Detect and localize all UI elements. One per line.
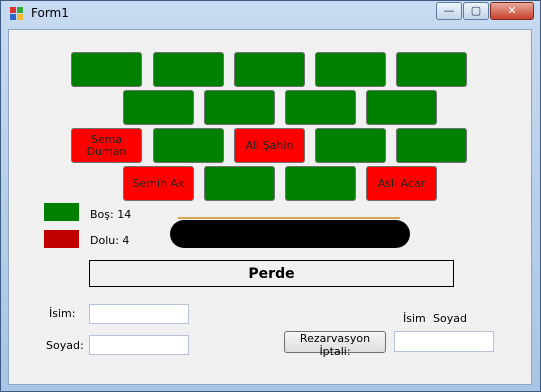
seat-button[interactable] [396,52,467,87]
redaction-underline [178,217,400,219]
seat-button[interactable] [204,166,275,201]
title-bar[interactable]: Form1 — ▢ ✕ [1,1,540,27]
seat-label: Semih Ak [132,176,185,190]
seat-button[interactable] [315,128,386,163]
surname-label: Soyad: [46,339,84,352]
surname-input[interactable] [89,335,189,355]
seat-button[interactable] [366,90,437,125]
seat-button[interactable]: Semih Ak [123,166,194,201]
stage-curtain: Perde [89,260,454,287]
seat-button[interactable] [153,128,224,163]
seat-button[interactable] [396,128,467,163]
cancel-name-header: İsim [403,312,426,325]
seat-button[interactable]: Ali Şahin [234,128,305,163]
minimize-button[interactable]: — [436,2,462,20]
seat-button[interactable]: Aslı Acar [366,166,437,201]
legend-full-label: Dolu: 4 [90,234,130,247]
legend-empty-label: Boş: 14 [90,208,132,221]
minimize-icon: — [443,4,455,17]
close-icon: ✕ [507,4,517,17]
redaction-scribble [170,220,410,248]
legend-empty-swatch [44,203,79,221]
form-icon [10,7,23,20]
seat-button[interactable] [234,52,305,87]
name-label: İsim: [49,307,76,320]
seat-button[interactable] [315,52,386,87]
cancel-surname-header: Soyad [433,312,467,325]
seat-button[interactable]: Sema Duman [71,128,142,163]
legend-full-swatch [44,230,79,248]
seat-button[interactable] [285,166,356,201]
cancel-reservation-input[interactable] [394,331,494,352]
seat-label: Aslı Acar [377,176,426,190]
maximize-button[interactable]: ▢ [463,2,489,20]
seat-label: Ali Şahin [245,138,294,152]
name-input[interactable] [89,304,189,324]
stage-label: Perde [248,265,295,282]
close-button[interactable]: ✕ [490,2,534,20]
seat-button[interactable] [153,52,224,87]
seat-button[interactable] [285,90,356,125]
maximize-icon: ▢ [470,4,482,17]
cancel-reservation-button[interactable]: Rezarvasyon İptali: [284,331,386,358]
seat-button[interactable] [123,90,194,125]
seat-button[interactable] [71,52,142,87]
seat-label: Sema Duman [86,132,127,158]
seat-button[interactable] [204,90,275,125]
window-title: Form1 [31,6,69,20]
